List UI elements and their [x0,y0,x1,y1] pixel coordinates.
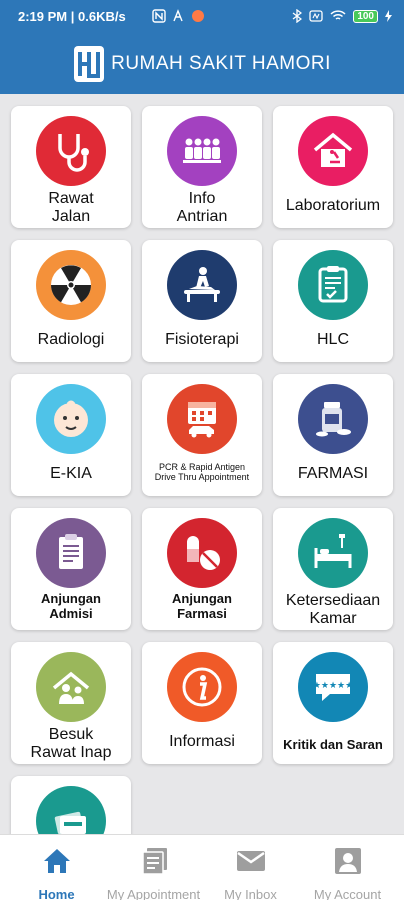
home-icon [43,849,70,873]
status-time: 2:19 PM | 0.6KB/s [18,9,126,24]
status-right: 100 [292,9,392,23]
menu-tile-hlc[interactable]: HLC [273,240,393,362]
menu-tile-fisioterapi[interactable]: Fisioterapi [142,240,262,362]
nav-my-appointment[interactable]: My Appointment [103,835,204,900]
hospital-bed-icon [298,518,368,588]
menu-tile-info-antrian[interactable]: Info Antrian [142,106,262,228]
menu-grid: Rawat Jalan Info Antrian Laboratorium Ra… [0,94,404,834]
chat-stars-icon: ★★★★★ [298,652,368,722]
hospital-logo-icon [74,46,105,82]
nav-home[interactable]: Home [6,835,107,900]
menu-tile-anjungan-admisi[interactable]: Anjungan Admisi [11,508,131,630]
svg-text:★★★★★: ★★★★★ [313,681,353,691]
menu-label: Radiologi [37,331,105,348]
app-title: RUMAH SAKIT HAMORI [111,53,331,74]
battery-indicator: 100 [353,9,378,23]
menu-label: Info Antrian [176,190,228,226]
baby-face-icon [36,384,106,454]
menu-tile-besuk-rawat-inap[interactable]: Besuk Rawat Inap [11,642,131,764]
font-icon [173,9,183,22]
queue-icon [167,116,237,186]
status-bar: 2:19 PM | 0.6KB/s 100 [0,0,404,34]
menu-tile-e-kia[interactable]: E-KIA [11,374,131,496]
calendar-car-icon [167,384,237,454]
bottom-navigation: Home My Appointment My Inbox My Account [0,834,404,900]
menu-label: Anjungan Farmasi [172,591,232,621]
nav-label: My Account [313,887,382,900]
clipboard-check-icon [298,250,368,320]
nav-label: My Appointment [106,887,201,900]
menu-label: Besuk Rawat Inap [30,726,112,762]
menu-tile-kritik-saran[interactable]: ★★★★★ Kritik dan Saran [273,642,393,764]
app-notification-icon [192,10,204,22]
sim-icon [309,10,323,22]
nav-my-account[interactable]: My Account [297,835,398,900]
charging-icon [385,10,392,22]
appointment-icon [141,848,167,875]
menu-tile-ketersediaan-kamar[interactable]: Ketersediaan Kamar [273,508,393,630]
menu-tile-radiologi[interactable]: Radiologi [11,240,131,362]
medicine-bottle-icon [298,384,368,454]
menu-label: Anjungan Admisi [41,591,101,621]
visit-family-icon [36,652,106,722]
form-clipboard-icon [36,518,106,588]
menu-tile-farmasi[interactable]: FARMASI [273,374,393,496]
radiation-icon [36,250,106,320]
menu-label: FARMASI [297,465,369,482]
nav-my-inbox[interactable]: My Inbox [200,835,301,900]
nfc-icon [152,9,166,23]
mail-icon [236,851,265,871]
info-icon [167,652,237,722]
stethoscope-icon [36,116,106,186]
menu-label: E-KIA [50,465,92,482]
member-card-icon [36,786,106,834]
menu-tile-informasi[interactable]: Informasi [142,642,262,764]
menu-label: Ketersediaan Kamar [285,592,381,628]
menu-tile-anjungan-farmasi[interactable]: Anjungan Farmasi [142,508,262,630]
account-icon [334,848,361,874]
menu-label: Fisioterapi [165,331,239,348]
app-header: RUMAH SAKIT HAMORI [0,34,404,94]
menu-tile-rawat-jalan[interactable]: Rawat Jalan [11,106,131,228]
menu-label: PCR & Rapid Antigen Drive Thru Appointme… [154,462,250,483]
nav-label: Home [38,887,75,900]
microscope-house-icon [298,116,368,186]
menu-tile-pcr-drive-thru[interactable]: PCR & Rapid Antigen Drive Thru Appointme… [142,374,262,496]
menu-tile-laboratorium[interactable]: Laboratorium [273,106,393,228]
status-notification-icons [152,9,204,23]
menu-label: Rawat Jalan [48,190,94,226]
bluetooth-icon [292,9,303,23]
menu-label: HLC [316,331,349,348]
pills-icon [167,518,237,588]
menu-label: Informasi [169,733,235,750]
menu-label: Laboratorium [285,197,381,214]
massage-icon [167,250,237,320]
menu-label: Kritik dan Saran [283,737,383,752]
wifi-icon [330,10,346,20]
nav-label: My Inbox [224,887,277,900]
menu-tile-member-card[interactable] [11,776,131,834]
